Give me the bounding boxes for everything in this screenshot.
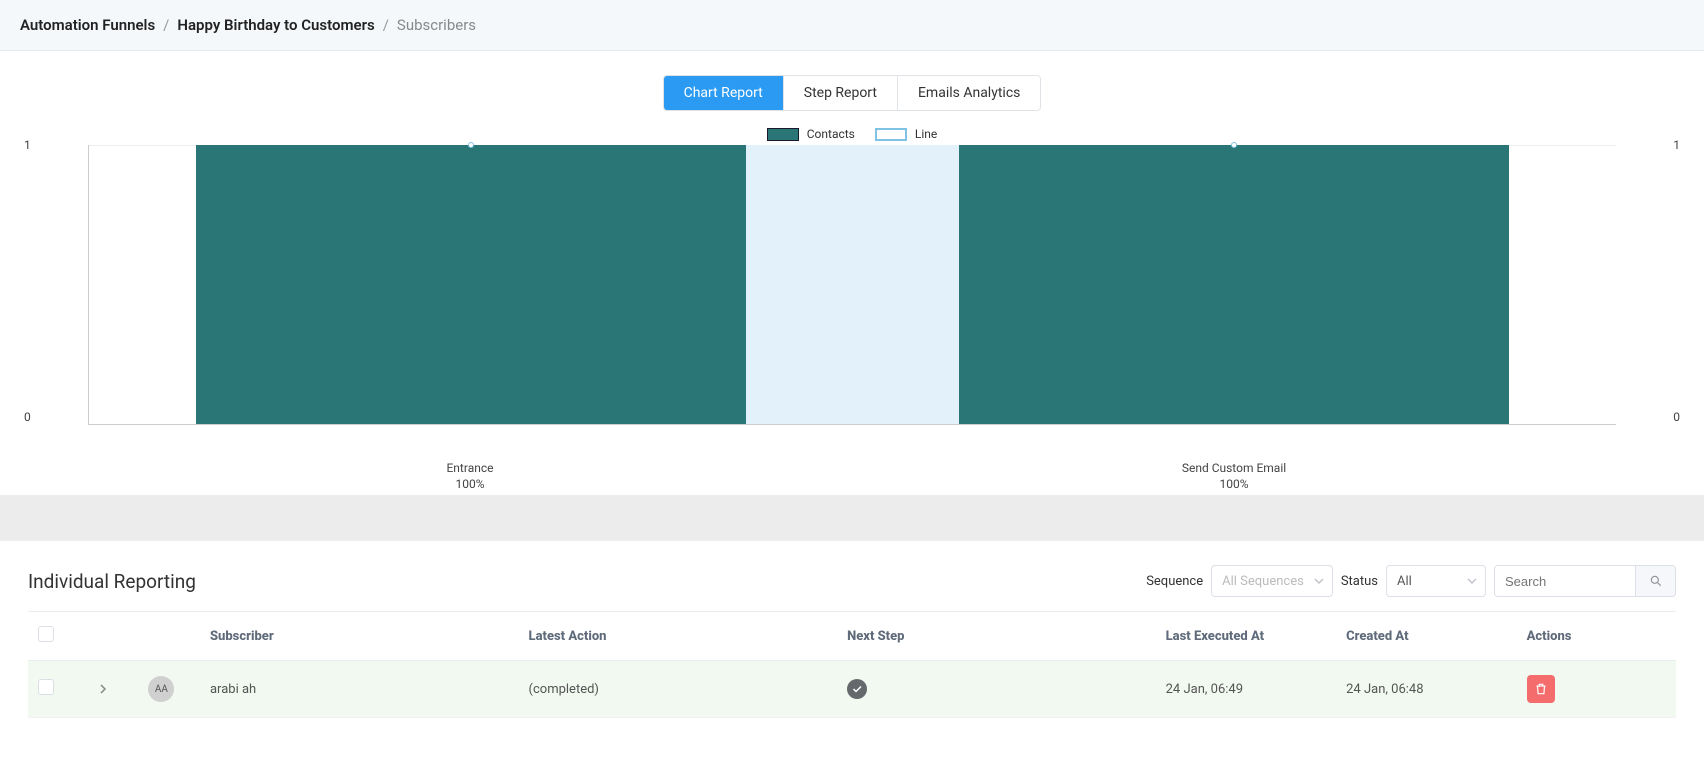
legend-label-contacts: Contacts bbox=[807, 127, 855, 141]
legend-item-contacts[interactable]: Contacts bbox=[767, 127, 855, 141]
column-header-actions: Actions bbox=[1517, 612, 1676, 661]
chart-bar-send-email bbox=[959, 145, 1509, 424]
breadcrumb-link-funnel[interactable]: Happy Birthday to Customers bbox=[177, 16, 374, 34]
search-button[interactable] bbox=[1635, 566, 1675, 596]
y-tick-0: 0 bbox=[24, 410, 31, 424]
legend-swatch-contacts bbox=[767, 128, 799, 141]
filter-select-status[interactable]: All bbox=[1386, 565, 1486, 597]
search-input[interactable] bbox=[1495, 566, 1635, 596]
tab-chart-report[interactable]: Chart Report bbox=[664, 76, 784, 110]
chart-legend: Contacts Line bbox=[40, 127, 1664, 141]
y-tick-1: 1 bbox=[24, 138, 31, 152]
column-header-next-step: Next Step bbox=[837, 612, 1156, 661]
chevron-right-icon bbox=[98, 684, 108, 694]
x-label-entrance: Entrance 100% bbox=[88, 461, 852, 491]
trash-icon bbox=[1534, 682, 1548, 696]
chart-point-entrance bbox=[468, 142, 474, 148]
select-all-checkbox[interactable] bbox=[38, 626, 54, 642]
legend-item-line[interactable]: Line bbox=[875, 127, 937, 141]
chevron-down-icon bbox=[1314, 576, 1324, 586]
completed-icon bbox=[847, 679, 867, 699]
legend-swatch-line bbox=[875, 128, 907, 141]
chart-point-send-email bbox=[1231, 142, 1237, 148]
breadcrumb-link-automation-funnels[interactable]: Automation Funnels bbox=[20, 16, 155, 34]
cell-latest-action: (completed) bbox=[519, 661, 838, 718]
cell-subscriber[interactable]: arabi ah bbox=[200, 661, 519, 718]
filter-label-sequence: Sequence bbox=[1146, 574, 1203, 589]
funnel-chart: 1 0 1 0 Entrance 100% bbox=[48, 145, 1656, 455]
delete-button[interactable] bbox=[1527, 675, 1555, 703]
chevron-down-icon bbox=[1467, 576, 1477, 586]
cell-last-executed: 24 Jan, 06:49 bbox=[1156, 661, 1337, 718]
tab-step-report[interactable]: Step Report bbox=[784, 76, 898, 110]
search-input-wrap bbox=[1494, 565, 1676, 597]
column-header-subscriber: Subscriber bbox=[200, 612, 519, 661]
table-header-row: Subscriber Latest Action Next Step Last … bbox=[28, 612, 1676, 661]
filter-label-status: Status bbox=[1341, 574, 1378, 589]
column-header-last-executed: Last Executed At bbox=[1156, 612, 1337, 661]
breadcrumb-separator: / bbox=[163, 16, 169, 34]
avatar: AA bbox=[148, 676, 174, 702]
tab-emails-analytics[interactable]: Emails Analytics bbox=[898, 76, 1040, 110]
column-header-latest-action: Latest Action bbox=[519, 612, 838, 661]
breadcrumb-separator: / bbox=[383, 16, 389, 34]
breadcrumb-current: Subscribers bbox=[397, 16, 476, 34]
y-tick-right-0: 0 bbox=[1673, 410, 1680, 424]
row-checkbox[interactable] bbox=[38, 679, 54, 695]
subscribers-table: Subscriber Latest Action Next Step Last … bbox=[28, 611, 1676, 718]
x-label-send-email: Send Custom Email 100% bbox=[852, 461, 1616, 491]
table-row: AA arabi ah (completed) 24 Jan, 06:49 24… bbox=[28, 661, 1676, 718]
breadcrumb: Automation Funnels / Happy Birthday to C… bbox=[0, 0, 1704, 51]
legend-label-line: Line bbox=[915, 127, 937, 141]
report-tabs: Chart Report Step Report Emails Analytic… bbox=[40, 75, 1664, 111]
search-icon bbox=[1649, 574, 1663, 588]
chart-bar-entrance bbox=[196, 145, 746, 424]
section-title-individual-reporting: Individual Reporting bbox=[28, 570, 196, 593]
chart-connector bbox=[746, 145, 960, 424]
y-tick-right-1: 1 bbox=[1673, 138, 1680, 152]
cell-created: 24 Jan, 06:48 bbox=[1336, 661, 1517, 718]
expand-row-button[interactable] bbox=[91, 677, 115, 701]
column-header-created: Created At bbox=[1336, 612, 1517, 661]
filter-select-sequence[interactable]: All Sequences bbox=[1211, 565, 1333, 597]
